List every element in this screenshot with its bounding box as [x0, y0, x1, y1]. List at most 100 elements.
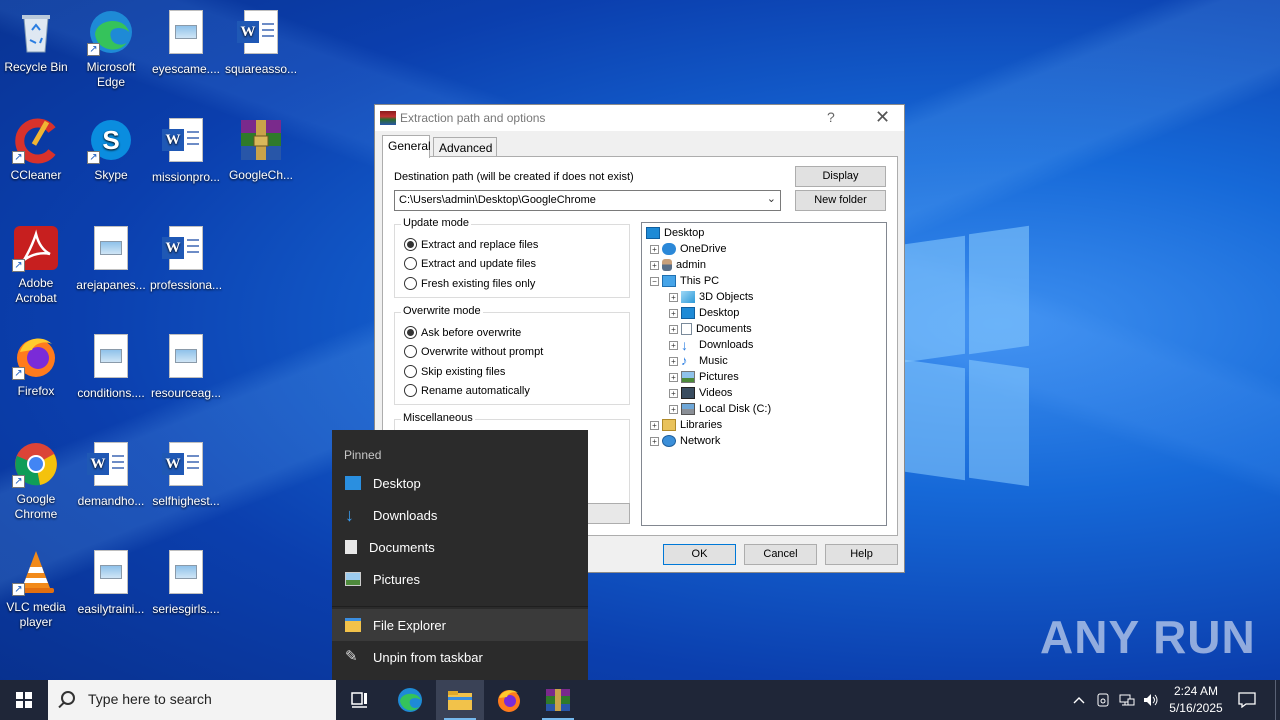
- desktop-icon: [646, 227, 660, 239]
- radio-button[interactable]: [404, 365, 417, 378]
- expand-icon[interactable]: +: [650, 260, 659, 270]
- expand-icon[interactable]: +: [669, 292, 678, 302]
- jumplist-item-desktop[interactable]: Desktop: [332, 467, 588, 499]
- folder-tree[interactable]: Desktop + OneDrive + admin − This PC +3D Ob…: [641, 222, 887, 526]
- desktop-icon-demandho[interactable]: W demandho...: [75, 440, 147, 509]
- network-status-icon[interactable]: [1116, 680, 1138, 720]
- dialog-titlebar[interactable]: Extraction path and options ? ✕: [375, 105, 904, 131]
- help-icon[interactable]: ?: [827, 109, 835, 125]
- radio-button[interactable]: [404, 384, 417, 397]
- jumplist-item-file-explorer[interactable]: File Explorer: [332, 609, 588, 641]
- tree-item-admin[interactable]: + admin: [650, 257, 706, 273]
- desktop-icon-edge[interactable]: ↗ Microsoft Edge: [75, 8, 147, 90]
- ok-button[interactable]: OK: [663, 544, 736, 565]
- tree-item-network[interactable]: + Network: [650, 433, 720, 449]
- radio-skip-existing[interactable]: Skip existing files: [404, 365, 505, 378]
- tree-item-desktop[interactable]: + Desktop: [669, 305, 739, 321]
- new-folder-button[interactable]: New folder: [795, 190, 886, 211]
- tab-general[interactable]: General: [382, 135, 431, 158]
- tray-device-icon[interactable]: [1092, 680, 1114, 720]
- jumplist-item-documents[interactable]: Documents: [332, 531, 588, 563]
- radio-extract-update[interactable]: Extract and update files: [404, 257, 536, 270]
- radio-button[interactable]: [404, 277, 417, 290]
- desktop-icon-selfhighest[interactable]: W selfhighest...: [150, 440, 222, 509]
- tree-item-libraries[interactable]: + Libraries: [650, 417, 722, 433]
- help-button[interactable]: Help: [825, 544, 898, 565]
- jumplist-item-pictures[interactable]: Pictures: [332, 563, 588, 595]
- radio-rename-automatically[interactable]: Rename automatically: [404, 384, 530, 397]
- radio-button[interactable]: [404, 345, 417, 358]
- close-icon[interactable]: ✕: [875, 107, 890, 128]
- search-placeholder: Type here to search: [88, 691, 212, 707]
- tree-item-desktop-root[interactable]: Desktop: [646, 225, 704, 241]
- expand-icon[interactable]: +: [650, 244, 659, 254]
- volume-icon[interactable]: [1140, 680, 1162, 720]
- radio-ask-before[interactable]: Ask before overwrite: [404, 326, 521, 339]
- desktop-icon-resourceag[interactable]: resourceag...: [150, 332, 222, 401]
- expand-icon[interactable]: +: [650, 420, 659, 430]
- tab-advanced[interactable]: Advanced: [433, 137, 497, 157]
- tree-item-this-pc[interactable]: − This PC: [650, 273, 719, 289]
- radio-extract-replace[interactable]: Extract and replace files: [404, 238, 538, 251]
- desktop-icon-squareasso[interactable]: W squareasso...: [225, 8, 297, 77]
- expand-icon[interactable]: +: [669, 340, 678, 350]
- taskbar-winrar[interactable]: [534, 680, 582, 720]
- tree-item-pictures[interactable]: + Pictures: [669, 369, 739, 385]
- desktop-icon-google-chrome[interactable]: ↗ Google Chrome: [0, 440, 72, 522]
- radio-button[interactable]: [404, 257, 417, 270]
- taskbar-firefox[interactable]: [485, 680, 533, 720]
- expand-icon[interactable]: +: [669, 356, 678, 366]
- image-file-icon: [162, 550, 210, 598]
- desktop-icon-easilytraini[interactable]: easilytraini...: [75, 548, 147, 617]
- expand-icon[interactable]: +: [669, 404, 678, 414]
- radio-overwrite-without-prompt[interactable]: Overwrite without prompt: [404, 345, 543, 358]
- expand-icon[interactable]: +: [669, 308, 678, 318]
- pc-icon: [662, 275, 676, 287]
- notification-center-icon[interactable]: [1232, 680, 1262, 720]
- jumplist-item-downloads[interactable]: ↓ Downloads: [332, 499, 588, 531]
- tree-item-videos[interactable]: + Videos: [669, 385, 732, 401]
- tray-overflow-chevron-icon[interactable]: [1068, 680, 1090, 720]
- collapse-icon[interactable]: −: [650, 276, 659, 286]
- taskbar-file-explorer[interactable]: [436, 680, 484, 720]
- desktop-icon-skype[interactable]: S ↗ Skype: [75, 116, 147, 183]
- expand-icon[interactable]: +: [669, 324, 678, 334]
- clock-time: 2:24 AM: [1173, 684, 1219, 698]
- desktop-icon-adobe-acrobat[interactable]: ↗ Adobe Acrobat: [0, 224, 72, 306]
- desktop-icon-firefox[interactable]: ↗ Firefox: [0, 332, 72, 399]
- desktop-icon-seriesgirls[interactable]: seriesgirls....: [150, 548, 222, 617]
- word-document-icon: W: [162, 442, 210, 490]
- tree-item-music[interactable]: + ♪ Music: [669, 353, 728, 369]
- radio-button-selected[interactable]: [404, 238, 417, 251]
- jumplist-item-unpin[interactable]: ✎ Unpin from taskbar: [332, 641, 588, 673]
- desktop-icon-missionpro[interactable]: W missionpro...: [150, 116, 222, 185]
- desktop-icon-eyescame[interactable]: eyescame....: [150, 8, 222, 77]
- tree-item-local-disk[interactable]: + Local Disk (C:): [669, 401, 771, 417]
- task-view-button[interactable]: [336, 680, 384, 720]
- destination-path-combobox[interactable]: C:\Users\admin\Desktop\GoogleChrome ⌄: [394, 190, 781, 211]
- desktop-icon-conditions[interactable]: conditions....: [75, 332, 147, 401]
- tree-item-3d-objects[interactable]: +3D Objects: [669, 289, 753, 305]
- tree-item-downloads[interactable]: + ↓ Downloads: [669, 337, 753, 353]
- taskbar-clock[interactable]: 2:24 AM 5/16/2025: [1165, 683, 1227, 717]
- radio-fresh-existing[interactable]: Fresh existing files only: [404, 277, 535, 290]
- show-desktop-button[interactable]: [1275, 680, 1280, 720]
- display-button[interactable]: Display: [795, 166, 886, 187]
- desktop-icon-professiona[interactable]: W professiona...: [150, 224, 222, 293]
- cancel-button[interactable]: Cancel: [744, 544, 817, 565]
- radio-button-selected[interactable]: [404, 326, 417, 339]
- desktop-icon-ccleaner[interactable]: ↗ CCleaner: [0, 116, 72, 183]
- tree-item-onedrive[interactable]: + OneDrive: [650, 241, 726, 257]
- taskbar-search-box[interactable]: Type here to search: [48, 680, 336, 720]
- chevron-down-icon[interactable]: ⌄: [767, 192, 776, 205]
- desktop-icon-arejapanes[interactable]: arejapanes...: [75, 224, 147, 293]
- taskbar-edge[interactable]: [386, 680, 434, 720]
- expand-icon[interactable]: +: [669, 372, 678, 382]
- desktop-icon-vlc[interactable]: ↗ VLC media player: [0, 548, 72, 630]
- desktop-icon-googlechrome-archive[interactable]: GoogleCh...: [225, 116, 297, 183]
- expand-icon[interactable]: +: [650, 436, 659, 446]
- tree-item-documents[interactable]: + Documents: [669, 321, 752, 337]
- desktop-icon-recycle-bin[interactable]: Recycle Bin: [0, 8, 72, 75]
- start-button[interactable]: [0, 680, 48, 720]
- expand-icon[interactable]: +: [669, 388, 678, 398]
